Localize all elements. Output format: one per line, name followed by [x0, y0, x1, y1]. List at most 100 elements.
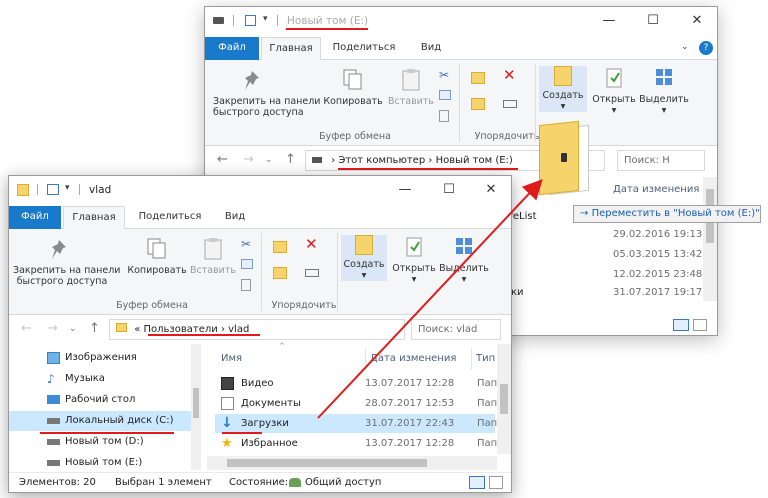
tab-file[interactable]: Файл	[9, 206, 61, 229]
quick-access-dropdown-icon[interactable]: ▾	[65, 183, 70, 193]
file-date: 13.07.2017 12:28	[365, 378, 455, 389]
help-icon[interactable]: ?	[699, 41, 713, 55]
back-arrow-icon[interactable]: ←	[21, 321, 32, 336]
move-to-icon[interactable]	[471, 72, 485, 84]
annotation-underline	[40, 432, 174, 434]
scroll-thumb[interactable]	[227, 459, 427, 467]
copy-to-icon[interactable]	[273, 267, 287, 279]
pictures-icon	[47, 352, 60, 364]
file-date: 13.07.2017 12:28	[365, 438, 455, 449]
delete-icon[interactable]: ✕	[305, 235, 321, 253]
tab-view[interactable]: Вид	[411, 37, 451, 60]
maximize-button[interactable]: ☐	[429, 176, 469, 204]
scroll-thumb[interactable]	[500, 384, 508, 414]
open-button[interactable]: Открыть ▾	[589, 66, 639, 116]
new-folder-icon	[554, 66, 572, 86]
close-button[interactable]: ✕	[677, 7, 717, 35]
file-row-partial[interactable]: reList	[509, 207, 537, 226]
details-view-icon[interactable]	[673, 319, 689, 331]
forward-arrow-icon[interactable]: →	[47, 321, 58, 336]
select-button[interactable]: Выделить ▾	[439, 235, 489, 285]
nav-item-pictures[interactable]: Изображения	[9, 348, 193, 368]
breadcrumb-volume-e[interactable]: Новый том (E:)	[436, 155, 513, 166]
copy-path-icon[interactable]	[241, 259, 253, 269]
ribbon-collapse-icon[interactable]: ⌄	[681, 42, 689, 52]
up-arrow-icon[interactable]: ↑	[89, 321, 100, 336]
tab-home[interactable]: Главная	[63, 206, 125, 230]
tab-file[interactable]: Файл	[205, 37, 259, 60]
breadcrumb-this-pc[interactable]: Этот компьютер	[338, 155, 425, 166]
delete-icon[interactable]: ✕	[503, 66, 519, 84]
date-column-header[interactable]: Дата изменения	[613, 179, 699, 201]
minimize-button[interactable]: —	[589, 7, 629, 35]
pin-quick-access-button[interactable]: Закрепить на панели быстрого доступа	[13, 237, 120, 287]
properties-icon[interactable]	[47, 184, 59, 195]
file-type: Пап	[477, 378, 498, 389]
copy-to-icon[interactable]	[471, 98, 485, 110]
rename-icon[interactable]	[305, 269, 319, 277]
nav-item-local-disk-c[interactable]: Локальный диск (C:)	[9, 411, 193, 431]
nav-item-music[interactable]: ♪ Музыка	[9, 369, 193, 389]
nav-item-volume-e[interactable]: Новый том (E:)	[9, 453, 193, 467]
copy-path-icon[interactable]	[439, 90, 451, 100]
back-search-field[interactable]: Поиск: Н	[617, 150, 705, 171]
nav-vertical-scrollbar[interactable]	[191, 344, 201, 470]
cut-icon[interactable]: ✂	[439, 68, 455, 84]
cut-icon[interactable]: ✂	[241, 237, 257, 253]
name-column-header[interactable]: Имя	[221, 348, 242, 370]
select-button[interactable]: Выделить ▾	[639, 66, 689, 116]
copy-button[interactable]: Копировать	[321, 68, 385, 107]
history-dropdown-icon[interactable]: ⌄	[265, 155, 273, 165]
list-vertical-scrollbar[interactable]	[497, 344, 511, 454]
breadcrumb-overflow[interactable]: «	[134, 324, 140, 335]
maximize-button[interactable]: ☐	[633, 7, 673, 35]
file-date: 31.07.2017 22:43	[365, 418, 455, 429]
file-row-selected[interactable]: ↓ Загрузки 31.07.2017 22:43 Пап	[215, 414, 497, 433]
front-search-field[interactable]: Поиск: vlad	[411, 319, 501, 340]
properties-icon[interactable]	[233, 15, 234, 26]
create-button[interactable]: Создать ▾	[539, 66, 587, 112]
paste-icon	[400, 68, 422, 92]
paste-button[interactable]: Вставить	[385, 68, 437, 107]
pin-quick-access-button[interactable]: Закрепить на панели быстрого доступа	[213, 68, 320, 118]
nav-item-label: Рабочий стол	[65, 394, 136, 405]
nav-item-volume-d[interactable]: Новый том (D:)	[9, 432, 193, 452]
move-to-icon[interactable]	[273, 241, 287, 253]
close-button[interactable]: ✕	[471, 176, 511, 204]
back-ribbon: Закрепить на панели быстрого доступа Коп…	[205, 60, 717, 146]
forward-arrow-icon[interactable]: →	[243, 152, 254, 167]
front-address-field[interactable]: « Пользователи › vlad	[109, 319, 405, 340]
title-separator	[79, 184, 80, 195]
quick-access-dropdown-icon[interactable]: ▾	[263, 14, 268, 24]
rename-icon[interactable]	[503, 100, 517, 108]
tiles-view-icon[interactable]	[489, 476, 503, 489]
file-row-partial[interactable]: ки	[511, 283, 524, 302]
history-dropdown-icon[interactable]: ⌄	[69, 324, 77, 334]
date-column-header[interactable]: Дата изменения	[365, 348, 456, 370]
back-vertical-scrollbar[interactable]	[703, 177, 717, 301]
scroll-thumb[interactable]	[193, 388, 199, 418]
type-column-header[interactable]: Тип	[471, 348, 495, 370]
tiles-view-icon[interactable]	[693, 319, 707, 331]
nav-item-label: Локальный диск (C:)	[65, 415, 174, 426]
paste-button[interactable]: Вставить	[187, 237, 239, 276]
file-row[interactable]: Документы 28.07.2017 12:53 Пап	[215, 394, 497, 413]
tab-view[interactable]: Вид	[215, 206, 255, 229]
copy-button[interactable]: Копировать	[125, 237, 189, 276]
file-row[interactable]: Видео 13.07.2017 12:28 Пап	[215, 374, 498, 393]
minimize-button[interactable]: —	[385, 176, 425, 204]
tab-home[interactable]: Главная	[261, 37, 321, 61]
file-row[interactable]: ★ Избранное 13.07.2017 12:28 Пап	[215, 434, 497, 453]
nav-item-desktop[interactable]: Рабочий стол	[9, 390, 193, 410]
paste-shortcut-icon[interactable]	[439, 110, 449, 122]
list-horizontal-scrollbar[interactable]	[207, 456, 497, 470]
paste-shortcut-icon[interactable]	[241, 279, 251, 291]
back-arrow-icon[interactable]: ←	[217, 152, 228, 167]
tab-share[interactable]: Поделиться	[133, 206, 207, 229]
tab-share[interactable]: Поделиться	[329, 37, 399, 60]
up-arrow-icon[interactable]: ↑	[285, 152, 296, 167]
open-button[interactable]: Открыть ▾	[389, 235, 439, 285]
create-button[interactable]: Создать ▾	[341, 235, 387, 281]
new-folder-quick-icon[interactable]	[245, 15, 256, 26]
details-view-icon[interactable]	[469, 476, 485, 489]
